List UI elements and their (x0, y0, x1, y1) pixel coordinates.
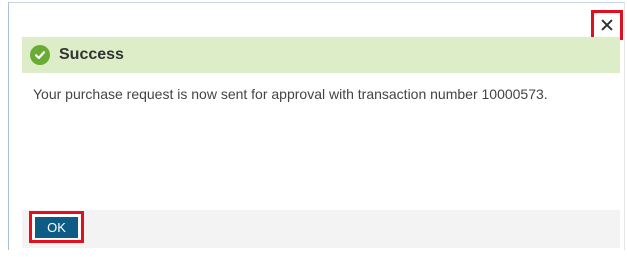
close-icon (601, 19, 613, 31)
dialog-footer (22, 210, 620, 248)
close-button[interactable] (591, 10, 623, 40)
dialog-message: Your purchase request is now sent for ap… (33, 86, 548, 102)
success-banner: Success (22, 37, 620, 73)
ok-button-highlight: OK (29, 211, 84, 243)
dialog-title: Success (59, 46, 124, 63)
ok-button[interactable]: OK (35, 216, 78, 238)
check-circle-icon (30, 45, 50, 65)
